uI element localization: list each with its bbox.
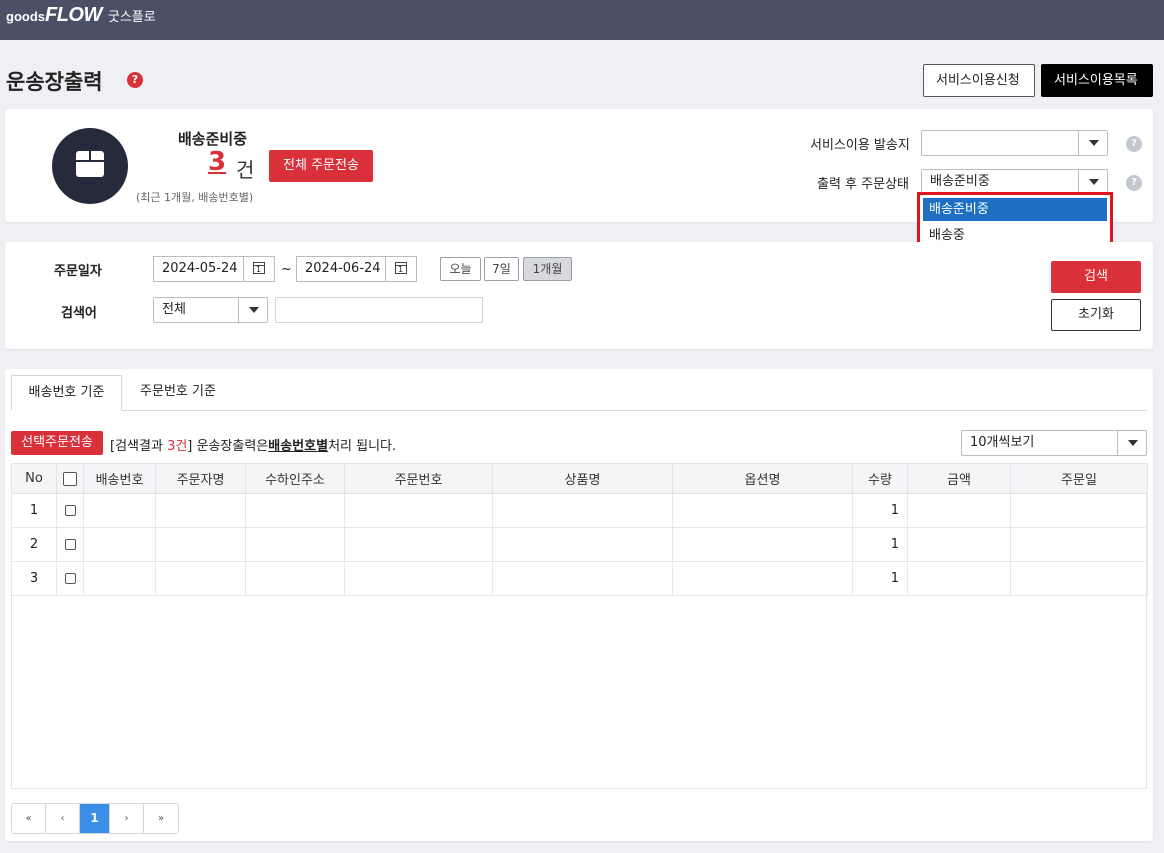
keyword-input[interactable] [275,297,483,323]
chevron-down-icon[interactable] [238,298,267,322]
col-delivery-no[interactable]: 배송번호 [83,463,156,494]
row-qty: 1 [852,527,908,562]
last-page-button[interactable]: » [144,804,178,833]
calendar-icon[interactable] [385,257,416,281]
tab-delivery-number[interactable]: 배송번호 기준 [11,375,122,411]
table-row[interactable]: 3 1 [11,561,1148,596]
row-checkbox[interactable] [64,573,76,584]
pagination: « ‹ 1 › » [11,803,179,834]
period-7days-button[interactable]: 7일 [484,257,519,281]
keyword-label: 검색어 [61,306,97,321]
col-select-all[interactable] [56,463,84,494]
search-button[interactable]: 검색 [1051,261,1141,293]
table-header-row: No 배송번호 주문자명 수하인주소 주문번호 상품명 옵션명 수량 금액 주문… [11,463,1148,494]
col-amount[interactable]: 금액 [907,463,1011,494]
table-row[interactable]: 1 1 [11,493,1148,528]
service-apply-button[interactable]: 서비스이용신청 [923,64,1035,97]
origin-select[interactable] [921,130,1108,156]
col-product[interactable]: 상품명 [492,463,673,494]
chevron-down-icon[interactable] [1117,431,1146,455]
box-icon [52,128,128,204]
date-from-value: 2024-05-24 [162,261,238,276]
order-date-label: 주문일자 [54,264,102,279]
calendar-icon[interactable] [243,257,274,281]
date-separator: ~ [281,262,292,277]
col-orderer[interactable]: 주문자명 [155,463,246,494]
help-icon[interactable]: ? [1126,136,1142,152]
col-order-date[interactable]: 주문일 [1010,463,1148,494]
logo-goods: goods [6,9,45,24]
tab-order-number[interactable]: 주문번호 기준 [122,375,234,411]
result-summary: [검색결과 3건] 운송장출력은배송번호별처리 됩니다. [110,439,397,454]
date-to-input[interactable]: 2024-06-24 [296,256,417,282]
col-order-no[interactable]: 주문번호 [344,463,493,494]
order-table: No 배송번호 주문자명 수하인주소 주문번호 상품명 옵션명 수량 금액 주문… [11,463,1148,596]
row-checkbox[interactable] [64,505,76,516]
tab-divider [11,410,1147,411]
col-option[interactable]: 옵션명 [672,463,853,494]
count-unit: 건 [236,158,255,182]
dropdown-option-preparing[interactable]: 배송준비중 [923,198,1107,221]
page-1-button[interactable]: 1 [80,804,110,833]
table-row[interactable]: 2 1 [11,527,1148,562]
reset-button[interactable]: 초기화 [1051,299,1141,331]
page-size-value: 10개씩보기 [970,435,1035,450]
after-status-label: 출력 후 주문상태 [817,177,909,192]
row-no: 1 [11,493,57,528]
period-today-button[interactable]: 오늘 [440,257,481,281]
logo-flow: FLOW [45,4,102,26]
row-no: 2 [11,527,57,562]
row-qty: 1 [852,493,908,528]
result-emphasis: 배송번호별 [268,439,329,454]
logo[interactable]: goods FLOW 굿스플로 [6,4,156,27]
status-title: 배송준비중 [178,130,248,148]
order-count[interactable]: 3 [208,147,226,177]
result-count: 3건 [167,439,188,454]
next-page-button[interactable]: › [110,804,144,833]
count-note: (최근 1개월, 배송번호별) [136,191,254,204]
help-icon[interactable]: ? [127,72,143,88]
date-from-input[interactable]: 2024-05-24 [153,256,275,282]
page-size-select[interactable]: 10개씩보기 [961,430,1147,456]
col-qty[interactable]: 수량 [852,463,908,494]
select-all-checkbox[interactable] [63,471,77,486]
keyword-type-value: 전체 [162,302,186,317]
prev-page-button[interactable]: ‹ [46,804,80,833]
send-selected-button[interactable]: 선택주문전송 [11,431,103,455]
page-title: 운송장출력 [6,70,103,94]
help-icon[interactable]: ? [1126,175,1142,191]
period-1month-button[interactable]: 1개월 [523,257,572,281]
top-bar: goods FLOW 굿스플로 [0,0,1164,40]
col-address[interactable]: 수하인주소 [245,463,345,494]
after-status-value: 배송준비중 [930,174,990,189]
origin-label: 서비스이용 발송지 [810,138,910,153]
chevron-down-icon[interactable] [1078,131,1107,155]
col-no[interactable]: No [11,463,57,494]
service-list-button[interactable]: 서비스이용목록 [1041,64,1153,97]
date-to-value: 2024-06-24 [305,261,381,276]
chevron-down-icon[interactable] [1078,170,1107,194]
first-page-button[interactable]: « [12,804,46,833]
row-no: 3 [11,561,57,596]
row-qty: 1 [852,561,908,596]
keyword-type-select[interactable]: 전체 [153,297,268,323]
logo-korean: 굿스플로 [107,10,156,25]
send-all-orders-button[interactable]: 전체 주문전송 [269,150,373,182]
row-checkbox[interactable] [64,539,76,550]
